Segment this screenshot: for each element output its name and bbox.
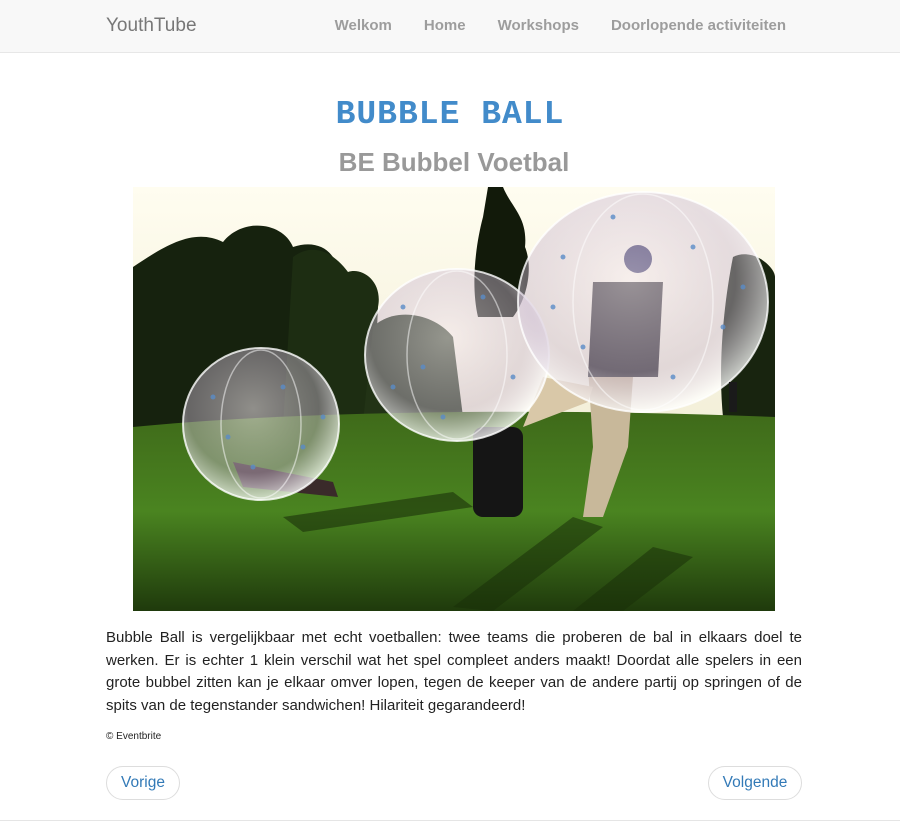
nav-item-workshops[interactable]: Workshops bbox=[498, 17, 579, 34]
nav-item-doorlopende-activiteiten[interactable]: Doorlopende activiteiten bbox=[611, 17, 786, 34]
bubble-ball-photo bbox=[133, 187, 775, 611]
description-text: Bubble Ball is vergelijkbaar met echt vo… bbox=[106, 629, 802, 714]
image-credit: © Eventbrite bbox=[106, 731, 162, 742]
brand-link[interactable]: YouthTube bbox=[106, 15, 197, 37]
page-title: BUBBLE BALL bbox=[335, 96, 565, 133]
footer-divider bbox=[0, 820, 900, 821]
next-button[interactable]: Volgende bbox=[708, 766, 802, 800]
previous-button[interactable]: Vorige bbox=[106, 766, 180, 800]
navbar: YouthTube Welkom Home Workshops Doorlope… bbox=[0, 0, 900, 53]
photo-illustration bbox=[133, 187, 775, 611]
nav-menu: Welkom Home Workshops Doorlopende activi… bbox=[335, 17, 786, 34]
nav-item-home[interactable]: Home bbox=[424, 17, 466, 34]
nav-item-welkom[interactable]: Welkom bbox=[335, 17, 392, 34]
page-subtitle: BE Bubbel Voetbal bbox=[338, 147, 570, 177]
